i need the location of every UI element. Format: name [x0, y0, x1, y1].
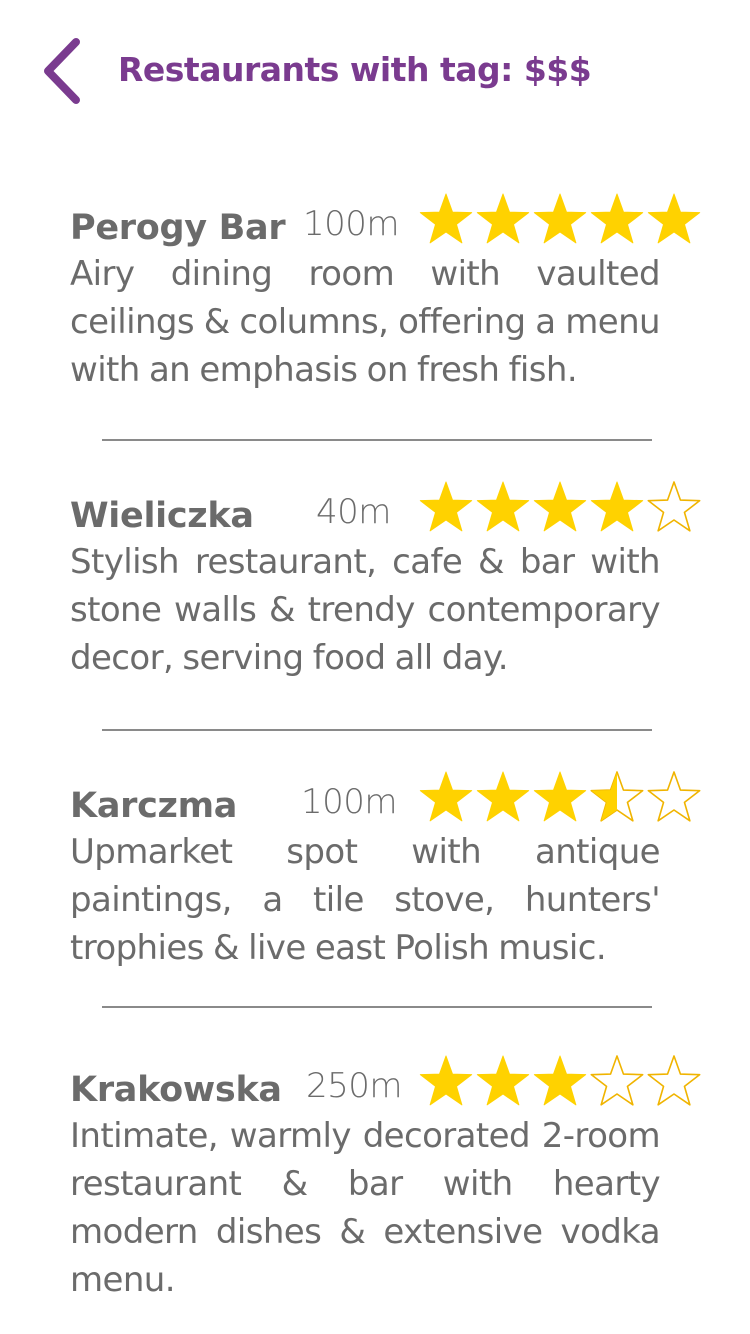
restaurant-distance: 40m — [316, 492, 391, 532]
star-filled-icon — [419, 193, 473, 244]
restaurant-description: Stylish restaurant, cafe & bar with ston… — [70, 542, 661, 678]
star-rating — [418, 1052, 702, 1110]
star-empty-icon — [647, 771, 701, 822]
star-filled-icon — [476, 193, 530, 244]
star-empty-icon — [590, 1055, 644, 1106]
restaurant-name: Krakowska — [70, 1070, 282, 1110]
star-filled-icon — [590, 193, 644, 244]
restaurant-description: Airy dining room with vaulted ceilings &… — [70, 254, 661, 390]
restaurant-name: Wieliczka — [70, 496, 254, 536]
star-filled-icon — [419, 481, 473, 532]
restaurant-card-karczma[interactable]: Karczma 100m Upmarket spot with antique … — [70, 768, 702, 972]
star-filled-icon — [476, 771, 530, 822]
restaurant-name: Karczma — [70, 786, 238, 826]
star-half-icon — [590, 771, 644, 822]
star-empty-icon — [647, 481, 701, 532]
restaurant-card-wieliczka[interactable]: Wieliczka 40m Stylish restaurant, cafe &… — [70, 478, 702, 682]
star-filled-icon — [590, 481, 644, 532]
divider — [102, 439, 652, 441]
star-filled-icon — [533, 193, 587, 244]
back-button[interactable] — [36, 36, 92, 106]
star-filled-icon — [533, 771, 587, 822]
star-filled-icon — [476, 481, 530, 532]
header: Restaurants with tag: $$$ — [0, 0, 750, 150]
star-filled-icon — [533, 1055, 587, 1106]
star-filled-icon — [419, 1055, 473, 1106]
divider — [102, 1006, 652, 1008]
restaurant-distance: 250m — [306, 1066, 403, 1106]
star-rating — [418, 768, 702, 826]
restaurant-distance: 100m — [303, 204, 400, 244]
restaurant-card-krakowska[interactable]: Krakowska 250m Intimate, warmly decorate… — [70, 1052, 702, 1304]
divider — [102, 729, 652, 731]
restaurant-name: Perogy Bar — [70, 208, 286, 248]
restaurant-description: Intimate, warmly decorated 2-room restau… — [70, 1116, 661, 1300]
restaurant-description: Upmarket spot with antique paintings, a … — [70, 832, 661, 968]
page-title: Restaurants with tag: $$$ — [118, 50, 592, 89]
restaurant-distance: 100m — [301, 782, 398, 822]
chevron-left-icon — [44, 38, 80, 104]
star-filled-icon — [647, 193, 701, 244]
star-rating — [418, 190, 702, 248]
star-filled-icon — [419, 771, 473, 822]
star-empty-icon — [647, 1055, 701, 1106]
star-filled-icon — [476, 1055, 530, 1106]
restaurant-card-perogy-bar[interactable]: Perogy Bar 100m Airy dining room with va… — [70, 190, 702, 394]
star-filled-icon — [533, 481, 587, 532]
star-rating — [418, 478, 702, 536]
